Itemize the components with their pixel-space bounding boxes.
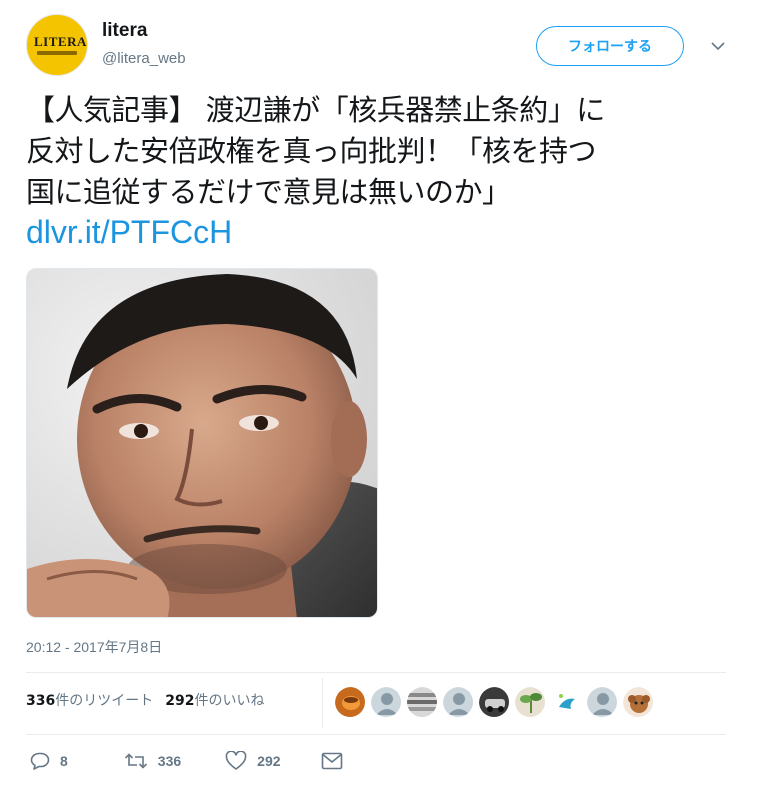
tweet-timestamp[interactable]: 20:12 - 2017年7月8日: [26, 637, 162, 657]
liker-avatar[interactable]: [334, 686, 366, 718]
retweet-button[interactable]: 336: [124, 752, 181, 770]
tweet-text: 【人気記事】 渡辺謙が「核兵器禁止条約」に 反対した安倍政権を真っ向批判！「核を…: [26, 90, 738, 213]
logo-underline: [37, 51, 77, 55]
liker-avatar[interactable]: [370, 686, 402, 718]
envelope-icon: [321, 752, 343, 770]
tweet-link[interactable]: dlvr.it/PTFCcH: [26, 214, 232, 251]
user-handle[interactable]: @litera_web: [102, 50, 186, 67]
reply-button[interactable]: 8: [30, 752, 68, 770]
liker-avatar[interactable]: [622, 686, 654, 718]
liker-avatar[interactable]: [586, 686, 618, 718]
tweet-header: LITERA litera @litera_web フォローする: [26, 14, 738, 78]
like-count: 292: [257, 753, 281, 769]
liker-avatar[interactable]: [550, 686, 582, 718]
chevron-down-icon[interactable]: [708, 36, 728, 56]
liker-avatar[interactable]: [442, 686, 474, 718]
user-name[interactable]: litera: [102, 20, 147, 42]
retweet-stat-count[interactable]: 336: [26, 693, 55, 709]
retweet-count: 336: [157, 753, 182, 769]
tweet-text-line: 反対した安倍政権を真っ向批判！「核を持つ: [26, 134, 597, 168]
tweet-stats: 336件のリツイート 292件のいいね: [26, 690, 264, 710]
stats-separator: [322, 678, 323, 728]
follow-button[interactable]: フォローする: [536, 26, 684, 66]
retweet-icon: [124, 752, 148, 770]
reply-icon: [30, 752, 50, 770]
divider: [26, 672, 726, 673]
liker-avatars: [334, 686, 658, 720]
logo-text: LITERA: [34, 34, 87, 49]
like-stat-count[interactable]: 292: [165, 693, 194, 709]
liker-avatar[interactable]: [514, 686, 546, 718]
tweet-text-line: 【人気記事】 渡辺謙が「核兵器禁止条約」に: [26, 93, 605, 127]
portrait-image: [27, 269, 377, 617]
liker-avatar[interactable]: [478, 686, 510, 718]
retweet-stat-label[interactable]: 件のリツイート: [55, 693, 153, 709]
tweet-actions: 8 336 292: [26, 748, 343, 774]
reply-count: 8: [60, 753, 68, 769]
avatar[interactable]: LITERA: [26, 14, 88, 76]
tweet-text-line: 国に追従するだけで意見は無いのか」: [26, 175, 511, 209]
heart-icon: [225, 751, 247, 771]
direct-message-button[interactable]: [321, 752, 343, 770]
liker-avatar[interactable]: [406, 686, 438, 718]
divider: [26, 734, 726, 735]
like-button[interactable]: 292: [225, 751, 281, 771]
litera-logo: LITERA: [34, 34, 87, 55]
tweet-photo[interactable]: [26, 268, 378, 618]
like-stat-label[interactable]: 件のいいね: [194, 693, 264, 709]
